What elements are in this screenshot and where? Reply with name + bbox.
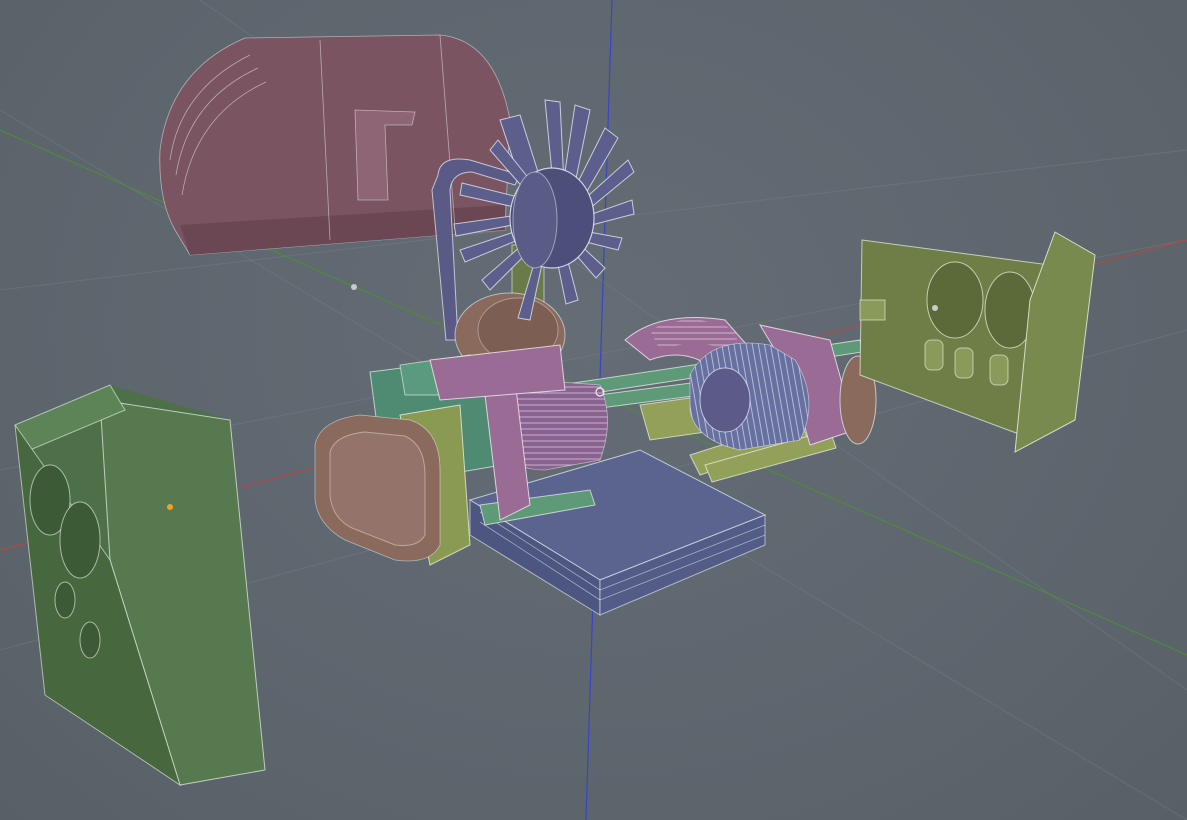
left-gauge-panel[interactable] [14, 384, 266, 787]
3d-viewport[interactable] [0, 0, 1187, 820]
exhaust-cover[interactable] [314, 404, 471, 566]
scene-canvas[interactable] [0, 0, 1187, 820]
light-origin-dot [351, 284, 357, 290]
rear-cover-piece[interactable] [159, 34, 511, 256]
right-gauge-panel[interactable] [859, 231, 1096, 453]
object-origin-dot [167, 504, 173, 510]
